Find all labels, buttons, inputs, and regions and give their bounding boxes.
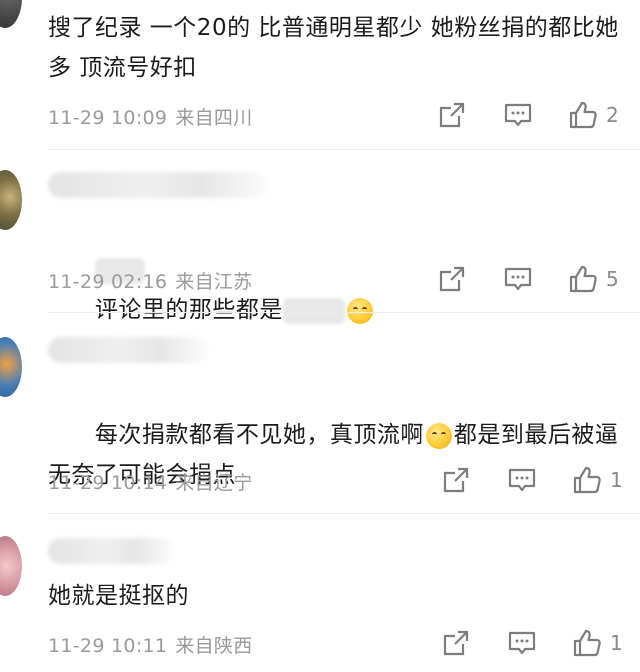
share-icon bbox=[439, 102, 465, 128]
share-icon bbox=[443, 630, 469, 656]
divider bbox=[48, 513, 640, 514]
like-button[interactable]: 2 bbox=[568, 100, 619, 130]
comment-location: 来自辽宁 bbox=[175, 472, 253, 494]
comment-location: 来自江苏 bbox=[175, 271, 253, 293]
thumbs-up-icon bbox=[573, 629, 601, 657]
avatar[interactable] bbox=[0, 170, 22, 230]
share-button[interactable] bbox=[442, 629, 470, 657]
comment-text-part: 评论里的那些都是 bbox=[94, 297, 283, 323]
like-button[interactable]: 1 bbox=[572, 465, 623, 495]
comment-meta: 11-29 10:09 来自四川 bbox=[48, 103, 253, 130]
comment-text: 搜了纪录 一个20的 比普通明星都少 她粉丝捐的都比她多 顶流号好扣 bbox=[48, 15, 619, 81]
comment-location: 来自四川 bbox=[175, 107, 253, 129]
comment-text: 她就是挺抠的 bbox=[48, 583, 189, 609]
like-count: 1 bbox=[610, 468, 623, 492]
avatar[interactable] bbox=[0, 0, 22, 28]
thumbs-up-icon bbox=[569, 265, 597, 293]
username-blurred[interactable] bbox=[48, 172, 268, 198]
username-blurred[interactable] bbox=[48, 337, 208, 363]
comment-time: 11-29 10:14 bbox=[48, 472, 168, 494]
thumbs-up-icon bbox=[569, 101, 597, 129]
avatar[interactable] bbox=[0, 337, 22, 397]
comment-icon bbox=[508, 468, 536, 492]
comment-meta: 11-29 10:11 来自陕西 bbox=[48, 631, 253, 658]
comment-icon bbox=[508, 631, 536, 655]
share-icon bbox=[443, 467, 469, 493]
like-button[interactable]: 1 bbox=[572, 628, 623, 658]
avatar[interactable] bbox=[0, 536, 22, 596]
reply-button[interactable] bbox=[507, 466, 537, 494]
reply-button[interactable] bbox=[507, 629, 537, 657]
comment-icon bbox=[504, 267, 532, 291]
like-count: 1 bbox=[610, 631, 623, 655]
thumbs-up-icon bbox=[573, 466, 601, 494]
share-button[interactable] bbox=[438, 101, 466, 129]
comment-icon bbox=[504, 103, 532, 127]
reply-button[interactable] bbox=[503, 265, 533, 293]
comment-feed: 搜了纪录 一个20的 比普通明星都少 她粉丝捐的都比她多 顶流号好扣 11-29… bbox=[0, 0, 640, 672]
divider bbox=[48, 312, 640, 313]
comment-location: 来自陕西 bbox=[175, 635, 253, 657]
like-count: 5 bbox=[606, 267, 619, 291]
share-icon bbox=[439, 266, 465, 292]
share-button[interactable] bbox=[442, 466, 470, 494]
comment-text: 每次捐款都看不见她，真顶流啊 都是到最后被逼无奈了可能会捐点 bbox=[48, 375, 628, 535]
laughing-crying-emoji-icon bbox=[425, 422, 452, 449]
share-button[interactable] bbox=[438, 265, 466, 293]
like-button[interactable]: 5 bbox=[568, 264, 619, 294]
reply-button[interactable] bbox=[503, 101, 533, 129]
comment-time: 11-29 10:11 bbox=[48, 635, 168, 657]
divider bbox=[48, 149, 640, 150]
comment-time: 11-29 10:09 bbox=[48, 107, 168, 129]
comment-meta: 11-29 10:14 来自辽宁 bbox=[48, 468, 253, 495]
blurred-word bbox=[282, 297, 345, 324]
comment-text-part: 每次捐款都看不见她，真顶流啊 bbox=[94, 422, 424, 448]
hug-emoji-icon bbox=[346, 297, 373, 324]
username-blurred[interactable] bbox=[48, 538, 174, 564]
comment-time: 11-29 02:16 bbox=[48, 271, 168, 293]
comment-meta: 11-29 02:16 来自江苏 bbox=[48, 267, 253, 294]
like-count: 2 bbox=[606, 103, 619, 127]
